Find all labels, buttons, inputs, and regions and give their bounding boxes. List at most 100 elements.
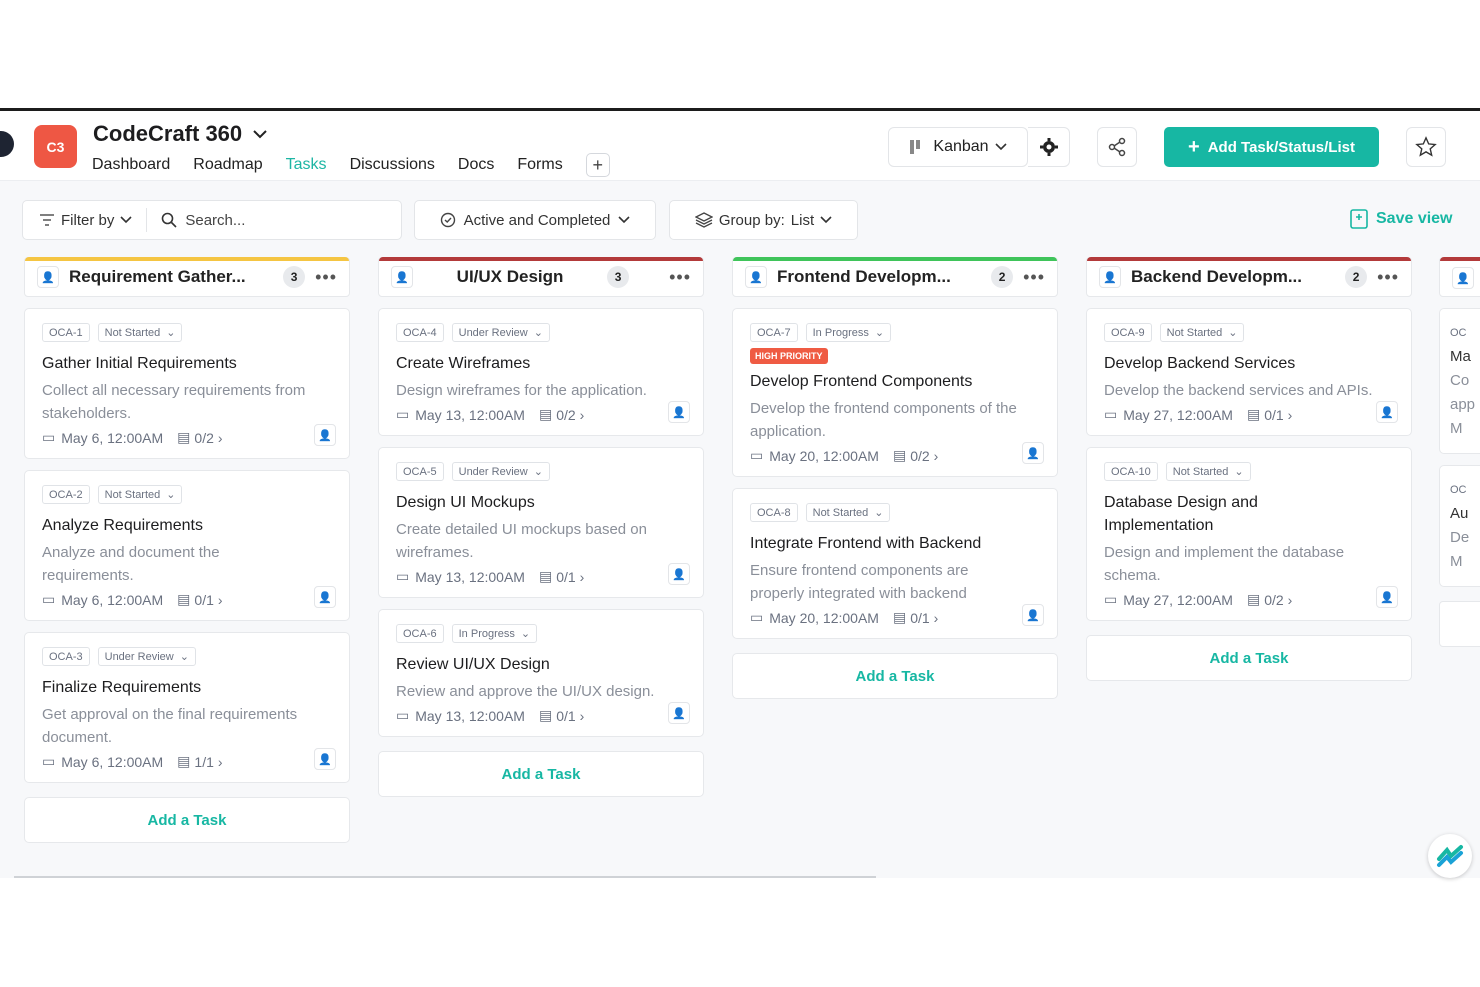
assign-user-icon[interactable]: 👤 xyxy=(1452,267,1474,289)
task-count-badge: 3 xyxy=(283,266,306,288)
search-input[interactable]: Search... xyxy=(147,212,245,229)
status-label: Not Started xyxy=(1166,326,1223,339)
task-card[interactable]: OCA-3 Under Review ⌄ Finalize Requirement… xyxy=(24,632,350,783)
project-logo: C3 xyxy=(34,125,77,168)
status-filter-dropdown[interactable]: Active and Completed xyxy=(414,200,656,240)
task-id: OCA-9 xyxy=(1104,323,1152,342)
back-icon[interactable] xyxy=(0,131,14,157)
assign-user-icon[interactable]: 👤 xyxy=(668,401,690,423)
share-button[interactable] xyxy=(1097,127,1137,167)
tab-docs[interactable]: Docs xyxy=(458,156,494,174)
calendar-icon: ▭ xyxy=(750,609,764,625)
task-title: Gather Initial Requirements xyxy=(42,355,237,372)
add-task-button[interactable]: Add a Task xyxy=(378,751,704,797)
favorite-button[interactable] xyxy=(1406,127,1446,167)
task-description-line: app xyxy=(1450,396,1476,413)
add-task-button[interactable]: Add a Task xyxy=(1086,635,1412,681)
subtask-counter[interactable]: ▤ 0/2 › xyxy=(893,447,938,464)
add-task-status-list-button[interactable]: + Add Task/Status/List xyxy=(1164,127,1379,167)
task-card[interactable]: OC Au De M xyxy=(1439,465,1480,587)
more-options-icon[interactable]: ••• xyxy=(315,267,337,288)
tab-dashboard[interactable]: Dashboard xyxy=(92,156,170,174)
help-widget-button[interactable] xyxy=(1428,834,1472,878)
assign-user-icon[interactable]: 👤 xyxy=(37,266,59,288)
assign-user-icon[interactable]: 👤 xyxy=(314,424,336,446)
status-label: Not Started xyxy=(812,506,869,519)
assign-user-icon[interactable]: 👤 xyxy=(1099,266,1121,288)
more-options-icon[interactable]: ••• xyxy=(1023,267,1045,288)
more-options-icon[interactable]: ••• xyxy=(1377,267,1399,288)
add-task-button[interactable]: Add a Task xyxy=(732,653,1058,699)
assign-user-icon[interactable]: 👤 xyxy=(668,563,690,585)
task-card[interactable]: OCA-1 Not Started ⌄ Gather Initial Requir… xyxy=(24,308,350,459)
task-title: Finalize Requirements xyxy=(42,679,202,696)
tab-roadmap[interactable]: Roadmap xyxy=(193,156,262,174)
status-dropdown[interactable]: Not Started ⌄ xyxy=(97,323,183,342)
tab-tasks[interactable]: Tasks xyxy=(286,156,327,174)
subtask-counter[interactable]: ▤ 1/1 › xyxy=(177,753,222,770)
subtask-count: 0/1 xyxy=(194,591,214,608)
horizontal-scrollbar[interactable] xyxy=(14,876,876,878)
chevron-down-icon: ⌄ xyxy=(533,327,543,339)
status-dropdown[interactable]: In Progress ⌄ xyxy=(451,624,538,643)
task-title: Develop Frontend Components xyxy=(750,373,973,390)
status-dropdown[interactable]: Under Review ⌄ xyxy=(451,462,550,481)
chevron-down-icon: ⌄ xyxy=(179,651,189,663)
task-card[interactable]: OCA-5 Under Review ⌄ Design UI Mockups Cr… xyxy=(378,447,704,598)
subtask-counter[interactable]: ▤ 0/1 › xyxy=(893,609,938,626)
task-card[interactable]: OCA-10 Not Started ⌄ Database Design and … xyxy=(1086,447,1412,621)
settings-button[interactable] xyxy=(1028,127,1070,167)
assign-user-icon[interactable]: 👤 xyxy=(1376,401,1398,423)
add-task-button[interactable]: Add a Task xyxy=(24,797,350,843)
view-selector[interactable]: Kanban xyxy=(888,127,1028,167)
add-tab-button[interactable]: + xyxy=(585,153,610,177)
task-description: Ensure frontend components are properly … xyxy=(750,562,969,602)
subtask-icon: ▤ xyxy=(1246,406,1261,422)
status-dropdown[interactable]: Not Started ⌄ xyxy=(1165,462,1251,481)
chevron-right-icon: › xyxy=(217,753,223,770)
task-card[interactable]: OCA-7 In Progress ⌄ HIGH PRIORITY Develop… xyxy=(732,308,1058,477)
task-card[interactable]: OCA-6 In Progress ⌄ Review UI/UX Design R… xyxy=(378,609,704,737)
add-task-button[interactable] xyxy=(1439,601,1480,647)
gear-icon xyxy=(1039,138,1058,156)
assign-user-icon[interactable]: 👤 xyxy=(314,748,336,770)
status-dropdown[interactable]: Not Started ⌄ xyxy=(97,485,183,504)
assign-user-icon[interactable]: 👤 xyxy=(1022,604,1044,626)
assign-user-icon[interactable]: 👤 xyxy=(314,586,336,608)
calendar-icon: ▭ xyxy=(396,568,410,584)
subtask-counter[interactable]: ▤ 0/1 › xyxy=(539,568,584,585)
status-label: Under Review xyxy=(104,650,174,663)
status-dropdown[interactable]: Not Started ⌄ xyxy=(1159,323,1245,342)
status-dropdown[interactable]: Not Started ⌄ xyxy=(805,503,891,522)
assign-user-icon[interactable]: 👤 xyxy=(1376,586,1398,608)
chevron-down-icon xyxy=(820,216,832,224)
status-dropdown[interactable]: In Progress ⌄ xyxy=(805,323,892,342)
status-dropdown[interactable]: Under Review ⌄ xyxy=(451,323,550,342)
tab-discussions[interactable]: Discussions xyxy=(350,156,435,174)
assign-user-icon[interactable]: 👤 xyxy=(668,702,690,724)
task-card[interactable]: OCA-9 Not Started ⌄ Develop Backend Servi… xyxy=(1086,308,1412,436)
task-card[interactable]: OCA-2 Not Started ⌄ Analyze Requirements … xyxy=(24,470,350,621)
group-by-dropdown[interactable]: Group by: List xyxy=(669,200,858,240)
assign-user-icon[interactable]: 👤 xyxy=(745,266,767,288)
subtask-counter[interactable]: ▤ 0/1 › xyxy=(539,707,584,724)
filter-by-button[interactable]: Filter by xyxy=(23,208,148,232)
task-id: OCA-4 xyxy=(396,323,444,342)
subtask-counter[interactable]: ▤ 0/2 › xyxy=(1247,591,1292,608)
task-card[interactable]: OCA-8 Not Started ⌄ Integrate Frontend wi… xyxy=(732,488,1058,639)
subtask-counter[interactable]: ▤ 0/2 › xyxy=(539,406,584,423)
task-card[interactable]: OCA-4 Under Review ⌄ Create Wireframes De… xyxy=(378,308,704,436)
task-card[interactable]: OC Ma Co app M xyxy=(1439,308,1480,454)
assign-user-icon[interactable]: 👤 xyxy=(391,266,413,288)
project-switcher[interactable]: CodeCraft 360 xyxy=(93,121,268,147)
subtask-counter[interactable]: ▤ 0/2 › xyxy=(177,429,222,446)
save-view-button[interactable]: Save view xyxy=(1350,209,1453,229)
group-by-label: Group by: xyxy=(718,211,785,229)
subtask-counter[interactable]: ▤ 0/1 › xyxy=(177,591,222,608)
calendar-icon: ▭ xyxy=(750,447,764,463)
status-dropdown[interactable]: Under Review ⌄ xyxy=(97,647,196,666)
tab-forms[interactable]: Forms xyxy=(517,156,562,174)
subtask-counter[interactable]: ▤ 0/1 › xyxy=(1247,406,1292,423)
assign-user-icon[interactable]: 👤 xyxy=(1022,442,1044,464)
more-options-icon[interactable]: ••• xyxy=(669,267,691,288)
